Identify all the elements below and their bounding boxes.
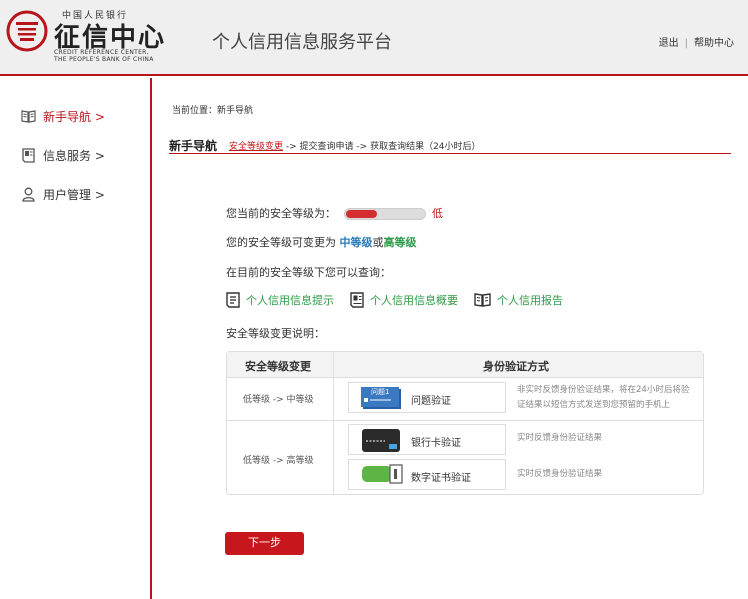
row-low-to-high: 低等级 -> 高等级 [243,456,314,466]
query-intro: 在目前的安全等级下您可以查询： [226,266,391,279]
current-level-row: 您当前的安全等级为： 低 [226,205,443,221]
query-link-label: 个人信用报告 [497,294,563,307]
question-card-text: 问题1 [371,388,390,396]
sidebar-item-label: 用户管理 > [43,188,105,202]
step-security-level-change: 安全等级变更 [229,142,284,152]
summary-icon [350,292,364,308]
bank-card-verification-desc: 实时反馈身份验证结果 [517,433,603,443]
breadcrumb: 当前位置：新手导航 [172,106,254,116]
header: 中国人民银行 征信中心 CREDIT REFERENCE CENTER, THE… [0,0,748,76]
digital-cert-verification-option[interactable]: 数字证书验证 [348,459,506,490]
credit-info-summary-link[interactable]: 个人信用信息概要 [350,292,458,308]
book-icon [20,109,36,125]
table-header: 安全等级变更 身份验证方式 [227,352,703,378]
question-verification-desc: 非实时反馈身份验证结果，将在24小时后将验证结果以短信方式发送到您预留的手机上 [517,385,690,410]
header-verification-method: 身份验证方式 [483,360,549,373]
usb-key-icon [362,464,403,484]
logo-english-line2: THE PEOPLE'S BANK OF CHINA [54,56,154,63]
method-name: 问题验证 [411,396,451,407]
digital-cert-verification-desc: 实时反馈身份验证结果 [517,469,603,479]
open-book-icon [474,293,491,307]
sidebar-item-guide[interactable]: 新手导航 > [20,108,105,125]
user-icon [20,187,36,203]
platform-title: 个人信用信息服务平台 [212,32,392,53]
bank-card-verification-option[interactable]: 银行卡验证 [348,424,506,455]
help-center-link[interactable]: 帮助中心 [694,38,734,49]
report-icon [226,292,240,308]
sidebar-item-label: 信息服务 > [43,149,105,163]
top-link-separator: | [684,38,688,49]
credit-report-link[interactable]: 个人信用报告 [474,292,563,308]
column-divider [333,352,334,494]
header-security-change: 安全等级变更 [245,360,311,373]
current-level-label: 您当前的安全等级为： [226,207,336,220]
security-level-bar-fill [346,210,378,218]
changeable-prefix: 您的安全等级可变更为 [226,236,340,249]
logo-english-line1: CREDIT REFERENCE CENTER, [54,49,149,56]
level-or: 或 [372,236,384,249]
credit-info-tip-link[interactable]: 个人信用信息提示 [226,292,334,308]
bank-card-icon [362,429,400,452]
sidebar-item-user-management[interactable]: 用户管理 > [20,186,105,203]
sidebar: 新手导航 > 信息服务 > 用户管理 > [0,78,152,599]
query-links-row: 个人信用信息提示 个人信用信息概要 个人信用报告 [226,292,579,308]
document-icon [20,148,36,164]
top-links: 退出 | 帮助中心 [659,34,734,49]
next-step-button[interactable]: 下一步 [225,532,304,555]
level-mid: 中等级 [339,236,373,249]
step-note: （24小时后） [424,142,481,152]
row-low-to-mid: 低等级 -> 中等级 [243,395,314,405]
security-level-bar [344,208,426,220]
guide-title: 新手导航 [169,139,218,153]
credit-center-logo-icon [6,10,48,52]
change-desc-label: 安全等级变更说明： [226,327,325,340]
security-change-table: 安全等级变更 身份验证方式 低等级 -> 中等级 低等级 -> 高等级 问题1 … [226,351,704,495]
level-high: 高等级 [383,236,417,249]
step-get-result: 获取查询结果 [370,142,425,152]
step-arrow: -> [283,142,300,152]
row-divider [227,420,703,421]
step-submit-query: 提交查询申请 [299,142,354,152]
step-arrow: -> [353,142,371,152]
query-link-label: 个人信用信息概要 [370,294,458,307]
guide-steps: 安全等级变更 -> 提交查询申请 -> 获取查询结果（24小时后） [229,139,481,152]
method-name: 银行卡验证 [411,438,461,449]
method-name: 数字证书验证 [411,473,471,484]
changeable-level-row: 您的安全等级可变更为 中等级或高等级 [226,234,417,250]
query-link-label: 个人信用信息提示 [246,294,334,307]
logout-link[interactable]: 退出 [659,38,679,49]
question-verification-option[interactable]: 问题1 问题验证 [348,382,506,413]
current-level-value: 低 [432,207,443,220]
sidebar-item-label: 新手导航 > [43,110,105,124]
sidebar-item-info-service[interactable]: 信息服务 > [20,147,105,164]
guide-divider [169,153,731,154]
